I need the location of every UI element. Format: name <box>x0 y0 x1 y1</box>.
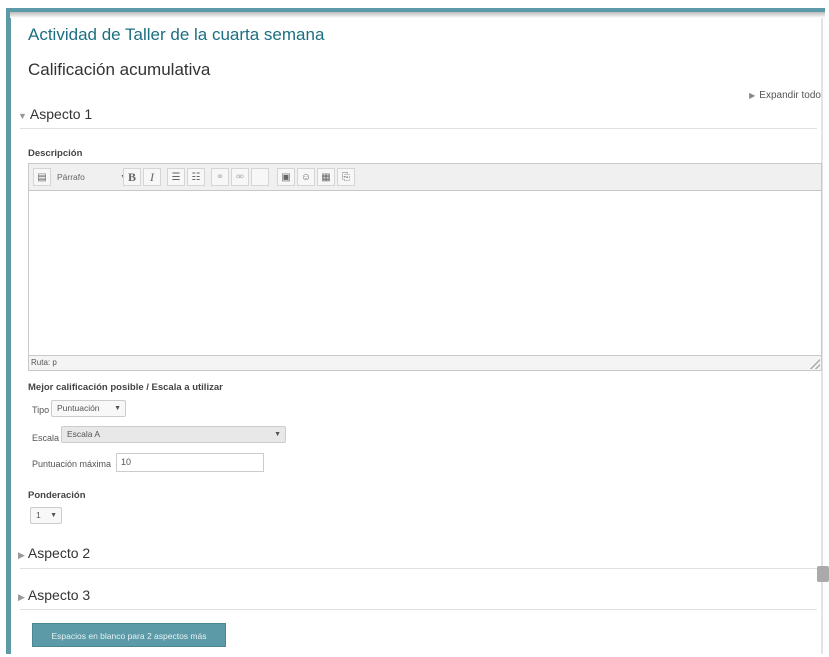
max-grade-input[interactable]: 10 <box>116 453 264 472</box>
blank-icon[interactable] <box>251 168 269 186</box>
add-blank-aspects-button[interactable]: Espacios en blanco para 2 aspectos más <box>32 623 226 647</box>
max-grade-label: Puntuación máxima <box>32 459 112 469</box>
format-select-value: Párrafo <box>57 172 85 182</box>
top-shadow <box>10 12 825 18</box>
chevron-down-icon: ▼ <box>50 512 57 519</box>
weight-select-value: 1 <box>36 510 41 520</box>
type-select-value: Puntuación <box>57 403 100 413</box>
scale-select[interactable]: Escala A ▼ <box>61 426 286 443</box>
image-icon[interactable]: ▣ <box>277 168 295 186</box>
divider <box>20 609 817 610</box>
editor-toolbar: ▤ Párrafo▼ B I ☰ ☷ ⚭ ⚮ ▣ ☺ ▦ ⎘ <box>29 164 821 191</box>
collapse-triangle-icon: ▼ <box>18 111 27 121</box>
aspect-2-label: Aspecto 2 <box>27 545 91 561</box>
aspect-2-header[interactable]: ▶ Aspecto 2 <box>18 545 90 561</box>
unlink-icon[interactable]: ⚮ <box>231 168 249 186</box>
aspect-3-label: Aspecto 3 <box>27 587 91 603</box>
bold-icon[interactable]: B <box>123 168 141 186</box>
weight-select[interactable]: 1 ▼ <box>30 507 62 524</box>
aspect-3-header[interactable]: ▶ Aspecto 3 <box>18 587 90 603</box>
grade-label: Mejor calificación posible / Escala a ut… <box>28 382 223 393</box>
weight-label: Ponderación <box>28 490 86 501</box>
expand-triangle-icon: ▶ <box>749 91 756 100</box>
expand-triangle-icon: ▶ <box>18 550 25 560</box>
toggle-toolbar-icon[interactable]: ▤ <box>33 168 51 186</box>
chevron-down-icon: ▼ <box>114 405 121 412</box>
description-editor[interactable]: ▤ Párrafo▼ B I ☰ ☷ ⚭ ⚮ ▣ ☺ ▦ ⎘ Ruta: p <box>28 163 822 371</box>
ordered-list-icon[interactable]: ☷ <box>187 168 205 186</box>
editor-path: Ruta: p <box>29 355 821 370</box>
scroll-handle[interactable] <box>817 566 829 582</box>
divider <box>20 568 817 569</box>
type-select[interactable]: Puntuación ▼ <box>51 400 126 417</box>
scale-label: Escala <box>32 433 60 443</box>
format-select[interactable]: Párrafo▼ <box>53 168 127 186</box>
resize-handle-icon[interactable] <box>810 359 820 369</box>
italic-icon[interactable]: I <box>143 168 161 186</box>
emoticon-icon[interactable]: ☺ <box>297 168 315 186</box>
expand-triangle-icon: ▶ <box>18 592 25 602</box>
link-icon[interactable]: ⚭ <box>211 168 229 186</box>
chevron-down-icon: ▼ <box>274 431 281 438</box>
strategy-title: Calificación acumulativa <box>28 60 211 79</box>
unordered-list-icon[interactable]: ☰ <box>167 168 185 186</box>
description-label: Descripción <box>28 148 83 159</box>
type-label: Tipo <box>32 405 50 415</box>
scale-select-value: Escala A <box>67 429 101 439</box>
divider <box>20 128 817 129</box>
aspect-1-label: Aspecto 1 <box>29 106 93 122</box>
expand-all-link[interactable]: ▶ Expandir todo <box>749 90 821 101</box>
manage-files-icon[interactable]: ⎘ <box>337 168 355 186</box>
activity-title[interactable]: Actividad de Taller de la cuarta semana <box>28 25 324 45</box>
media-icon[interactable]: ▦ <box>317 168 335 186</box>
aspect-1-header[interactable]: ▼ Aspecto 1 <box>18 106 92 122</box>
expand-all-label: Expandir todo <box>759 90 821 101</box>
